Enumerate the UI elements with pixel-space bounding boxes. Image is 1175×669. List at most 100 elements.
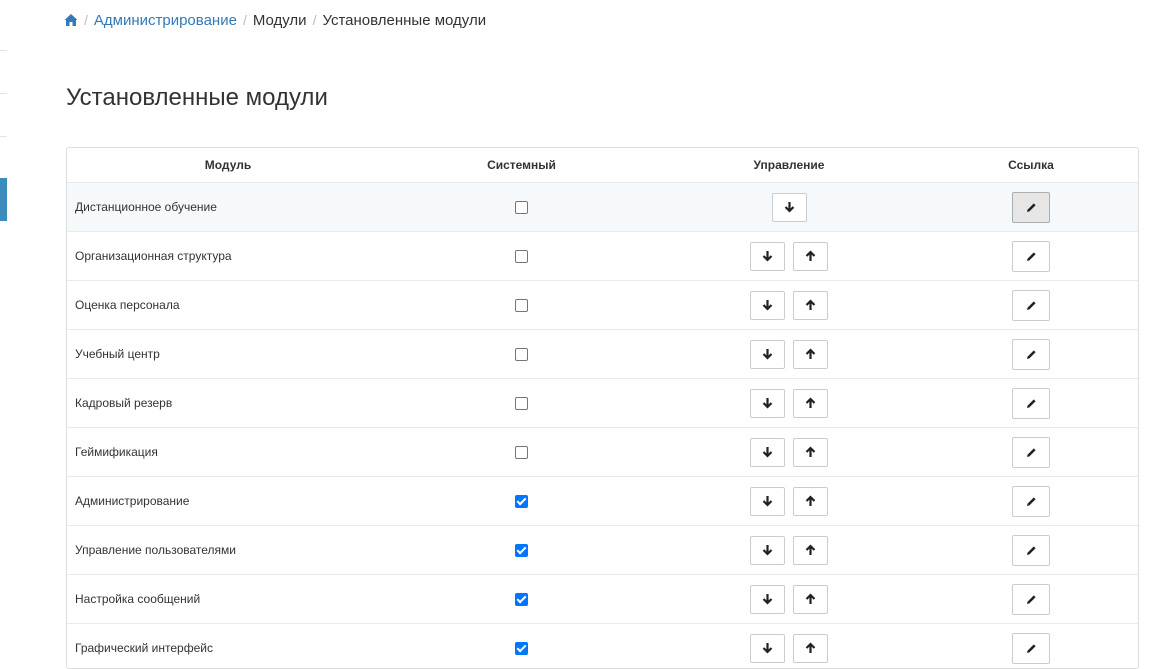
manage-cell [654, 330, 924, 379]
edit-link-button[interactable] [1012, 437, 1050, 468]
module-name: Администрирование [67, 477, 389, 526]
manage-cell [654, 183, 924, 232]
edit-link-button[interactable] [1012, 535, 1050, 566]
system-checkbox[interactable] [515, 348, 528, 361]
column-header-manage: Управление [654, 148, 924, 183]
table-row: Учебный центр [67, 330, 1138, 379]
system-cell [389, 232, 654, 281]
move-up-button[interactable] [793, 585, 828, 614]
move-down-button[interactable] [750, 585, 785, 614]
sidebar-item[interactable] [0, 0, 7, 51]
manage-cell [654, 477, 924, 526]
table-row: Администрирование [67, 477, 1138, 526]
move-down-button[interactable] [750, 291, 785, 320]
system-checkbox[interactable] [515, 495, 528, 508]
column-header-link: Ссылка [924, 148, 1138, 183]
arrow-up-icon [805, 642, 816, 654]
edit-link-button[interactable] [1012, 584, 1050, 615]
arrow-down-icon [784, 201, 795, 213]
link-cell [924, 183, 1138, 232]
system-checkbox[interactable] [515, 201, 528, 214]
breadcrumb: / Администрирование / Модули / Установле… [64, 10, 486, 30]
arrow-down-icon [762, 397, 773, 409]
breadcrumb-separator: / [84, 12, 88, 28]
system-checkbox[interactable] [515, 397, 528, 410]
edit-link-button[interactable] [1012, 388, 1050, 419]
module-name: Геймификация [67, 428, 389, 477]
manage-cell [654, 575, 924, 624]
system-checkbox[interactable] [515, 642, 528, 655]
link-cell [924, 379, 1138, 428]
move-up-button[interactable] [793, 291, 828, 320]
system-checkbox[interactable] [515, 250, 528, 263]
pencil-icon [1026, 398, 1037, 409]
move-up-button[interactable] [793, 487, 828, 516]
move-down-button[interactable] [750, 634, 785, 663]
system-cell [389, 330, 654, 379]
arrow-down-icon [762, 299, 773, 311]
arrow-up-icon [805, 544, 816, 556]
move-down-button[interactable] [750, 536, 785, 565]
table-row: Кадровый резерв [67, 379, 1138, 428]
arrow-up-icon [805, 397, 816, 409]
edit-link-button[interactable] [1012, 633, 1050, 664]
link-cell [924, 281, 1138, 330]
table-row: Дистанционное обучение [67, 183, 1138, 232]
arrow-up-icon [805, 250, 816, 262]
arrow-down-icon [762, 495, 773, 507]
system-cell [389, 526, 654, 575]
module-name: Настройка сообщений [67, 575, 389, 624]
move-up-button[interactable] [793, 242, 828, 271]
module-name: Оценка персонала [67, 281, 389, 330]
manage-cell [654, 526, 924, 575]
move-down-button[interactable] [750, 340, 785, 369]
arrow-down-icon [762, 446, 773, 458]
sidebar-item[interactable] [0, 93, 7, 137]
pencil-icon [1026, 545, 1037, 556]
module-name: Дистанционное обучение [67, 183, 389, 232]
move-up-button[interactable] [793, 389, 828, 418]
edit-link-button[interactable] [1012, 486, 1050, 517]
move-up-button[interactable] [793, 634, 828, 663]
pencil-icon [1026, 447, 1037, 458]
arrow-up-icon [805, 299, 816, 311]
breadcrumb-separator: / [243, 12, 247, 28]
edit-link-button[interactable] [1012, 241, 1050, 272]
system-checkbox[interactable] [515, 593, 528, 606]
move-up-button[interactable] [793, 438, 828, 467]
move-down-button[interactable] [750, 438, 785, 467]
arrow-up-icon [805, 348, 816, 360]
arrow-down-icon [762, 348, 773, 360]
breadcrumb-item-installed-modules: Установленные модули [322, 12, 486, 29]
breadcrumb-item-administration[interactable]: Администрирование [94, 12, 237, 29]
arrow-down-icon [762, 642, 773, 654]
edit-link-button[interactable] [1012, 192, 1050, 223]
sidebar-item-active[interactable] [0, 178, 7, 221]
move-up-button[interactable] [793, 536, 828, 565]
link-cell [924, 232, 1138, 281]
move-down-button[interactable] [750, 389, 785, 418]
system-checkbox[interactable] [515, 544, 528, 557]
sidebar-item[interactable] [0, 50, 7, 94]
table-row: Настройка сообщений [67, 575, 1138, 624]
pencil-icon [1026, 349, 1037, 360]
module-name: Кадровый резерв [67, 379, 389, 428]
home-icon[interactable] [64, 13, 78, 27]
module-name: Управление пользователями [67, 526, 389, 575]
link-cell [924, 624, 1138, 669]
move-down-button[interactable] [772, 193, 807, 222]
link-cell [924, 330, 1138, 379]
edit-link-button[interactable] [1012, 339, 1050, 370]
system-checkbox[interactable] [515, 446, 528, 459]
system-cell [389, 624, 654, 669]
system-cell [389, 477, 654, 526]
sidebar [0, 0, 7, 656]
pencil-icon [1026, 202, 1037, 213]
system-checkbox[interactable] [515, 299, 528, 312]
move-up-button[interactable] [793, 340, 828, 369]
link-cell [924, 526, 1138, 575]
move-down-button[interactable] [750, 242, 785, 271]
move-down-button[interactable] [750, 487, 785, 516]
edit-link-button[interactable] [1012, 290, 1050, 321]
module-name: Учебный центр [67, 330, 389, 379]
